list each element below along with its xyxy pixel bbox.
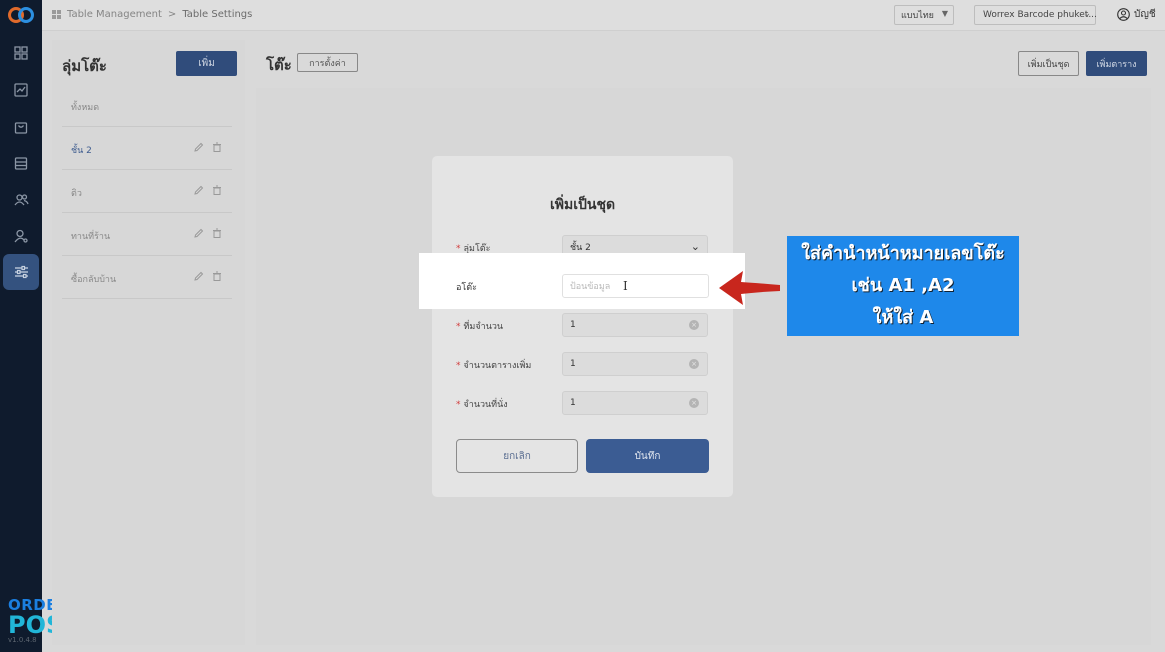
prefix-field-label: อโต๊ะ	[456, 283, 477, 293]
tables-input[interactable]: 1 ×	[562, 352, 708, 376]
topbar: Table Management > Table Settings แบบไทย…	[42, 0, 1165, 31]
group-item[interactable]: ติว	[62, 171, 232, 213]
count-field-row: * ที่มจำนวน 1 ×	[432, 313, 733, 337]
group-item-label: ชั้น 2	[71, 146, 92, 156]
annotation-line: เช่น A1 ,A2	[851, 275, 955, 296]
text-cursor-icon: I	[623, 279, 628, 293]
tables-input-value: 1	[570, 359, 576, 369]
seats-input-value: 1	[570, 398, 576, 408]
tables-field-row: * จำนวนตารางเพิ่ม 1 ×	[432, 352, 733, 376]
sidebar: ORDER POS v1.0.4.8	[0, 0, 69, 652]
stack-icon[interactable]	[8, 150, 34, 176]
settings-button[interactable]: การตั้งค่า	[297, 53, 358, 72]
group-item[interactable]: ซื้อกลับบ้าน	[62, 257, 232, 299]
language-select[interactable]: แบบไทย ▼	[894, 5, 954, 25]
group-item[interactable]: ทานที่ร้าน	[62, 214, 232, 256]
language-value: แบบไทย	[901, 11, 934, 21]
annotation-arrow-icon	[719, 271, 780, 305]
breadcrumb-current: Table Settings	[182, 9, 253, 20]
group-item-label: ซื้อกลับบ้าน	[71, 275, 117, 285]
grid-icon	[52, 10, 61, 19]
trash-icon[interactable]	[212, 185, 222, 195]
annotation-line: ใส่คำนำหน้าหมายเลขโต๊ะ	[801, 243, 1005, 264]
tables-field-label: * จำนวนตารางเพิ่ม	[456, 361, 532, 371]
add-set-button[interactable]: เพิ่มเป็นชุด	[1018, 51, 1079, 76]
seats-field-row: * จำนวนที่นั่ง 1 ×	[432, 391, 733, 415]
breadcrumb: Table Management > Table Settings	[52, 9, 252, 20]
chart-icon[interactable]	[8, 77, 34, 103]
group-select-value: ชั้น 2	[570, 243, 591, 253]
count-input[interactable]: 1 ×	[562, 313, 708, 337]
chevron-down-icon: ⌄	[1083, 9, 1091, 19]
annotation-line: ให้ใส่ A	[872, 307, 934, 328]
edit-icon[interactable]	[194, 142, 204, 152]
app-logo-icon[interactable]	[7, 5, 35, 25]
modal-title: เพิ่มเป็นชุด	[549, 197, 616, 213]
shopping-bag-icon[interactable]	[8, 114, 34, 140]
seats-field-label: * จำนวนที่นั่ง	[456, 400, 508, 410]
count-input-value: 1	[570, 320, 576, 330]
group-item[interactable]: ชั้น 2	[62, 128, 232, 170]
clear-icon[interactable]: ×	[689, 398, 699, 408]
seats-input[interactable]: 1 ×	[562, 391, 708, 415]
tables-title: โต๊ะ	[266, 56, 292, 74]
add-set-modal: เพิ่มเป็นชุด * ลุ่มโต๊ะ ชั้น 2 ⌄ * ที่มจำน…	[432, 156, 733, 497]
account-menu[interactable]: บัญชี	[1117, 7, 1156, 22]
add-group-button[interactable]: เพิ่ม	[176, 51, 237, 76]
clear-icon[interactable]: ×	[689, 359, 699, 369]
add-table-button[interactable]: เพิ่มตาราง	[1086, 51, 1147, 76]
users-icon[interactable]	[8, 187, 34, 213]
edit-icon[interactable]	[194, 185, 204, 195]
group-item-label: ติว	[71, 189, 82, 199]
chevron-down-icon: ⌄	[690, 240, 700, 253]
trash-icon[interactable]	[212, 271, 222, 281]
clear-icon[interactable]: ×	[689, 320, 699, 330]
breadcrumb-separator: >	[167, 9, 177, 20]
branch-select[interactable]: Worrex Barcode phuket... ⌄	[974, 5, 1097, 25]
save-button[interactable]: บันทึก	[586, 439, 709, 473]
trash-icon[interactable]	[212, 142, 222, 152]
prefix-input-placeholder: ป้อนข้อมูล	[570, 282, 611, 292]
cancel-button[interactable]: ยกเลิก	[456, 439, 578, 473]
account-label: บัญชี	[1134, 9, 1156, 20]
group-item[interactable]: ทั้งหมด	[62, 85, 232, 127]
group-item-label: ทั้งหมด	[71, 103, 100, 113]
caret-down-icon: ▼	[941, 9, 948, 18]
table-settings-icon[interactable]	[3, 254, 39, 290]
groups-title: ลุ่มโต๊ะ	[62, 57, 107, 75]
prefix-field-highlight: อโต๊ะ ป้อนข้อมูล	[419, 253, 745, 309]
breadcrumb-section[interactable]: Table Management	[67, 9, 162, 20]
user-circle-icon	[1117, 8, 1130, 21]
table-groups-panel: ลุ่มโต๊ะ เพิ่ม ทั้งหมด ชั้น 2 ติว ทานที่…	[52, 40, 245, 645]
user-settings-icon[interactable]	[8, 223, 34, 249]
group-item-label: ทานที่ร้าน	[71, 232, 111, 242]
prefix-input[interactable]: ป้อนข้อมูล	[562, 274, 709, 298]
edit-icon[interactable]	[194, 271, 204, 281]
branch-value: Worrex Barcode phuket...	[983, 10, 1097, 20]
trash-icon[interactable]	[212, 228, 222, 238]
edit-icon[interactable]	[194, 228, 204, 238]
count-field-label: * ที่มจำนวน	[456, 322, 504, 332]
dashboard-icon[interactable]	[8, 40, 34, 66]
annotation-box: ใส่คำนำหน้าหมายเลขโต๊ะ เช่น A1 ,A2 ให้ใส…	[787, 236, 1019, 336]
